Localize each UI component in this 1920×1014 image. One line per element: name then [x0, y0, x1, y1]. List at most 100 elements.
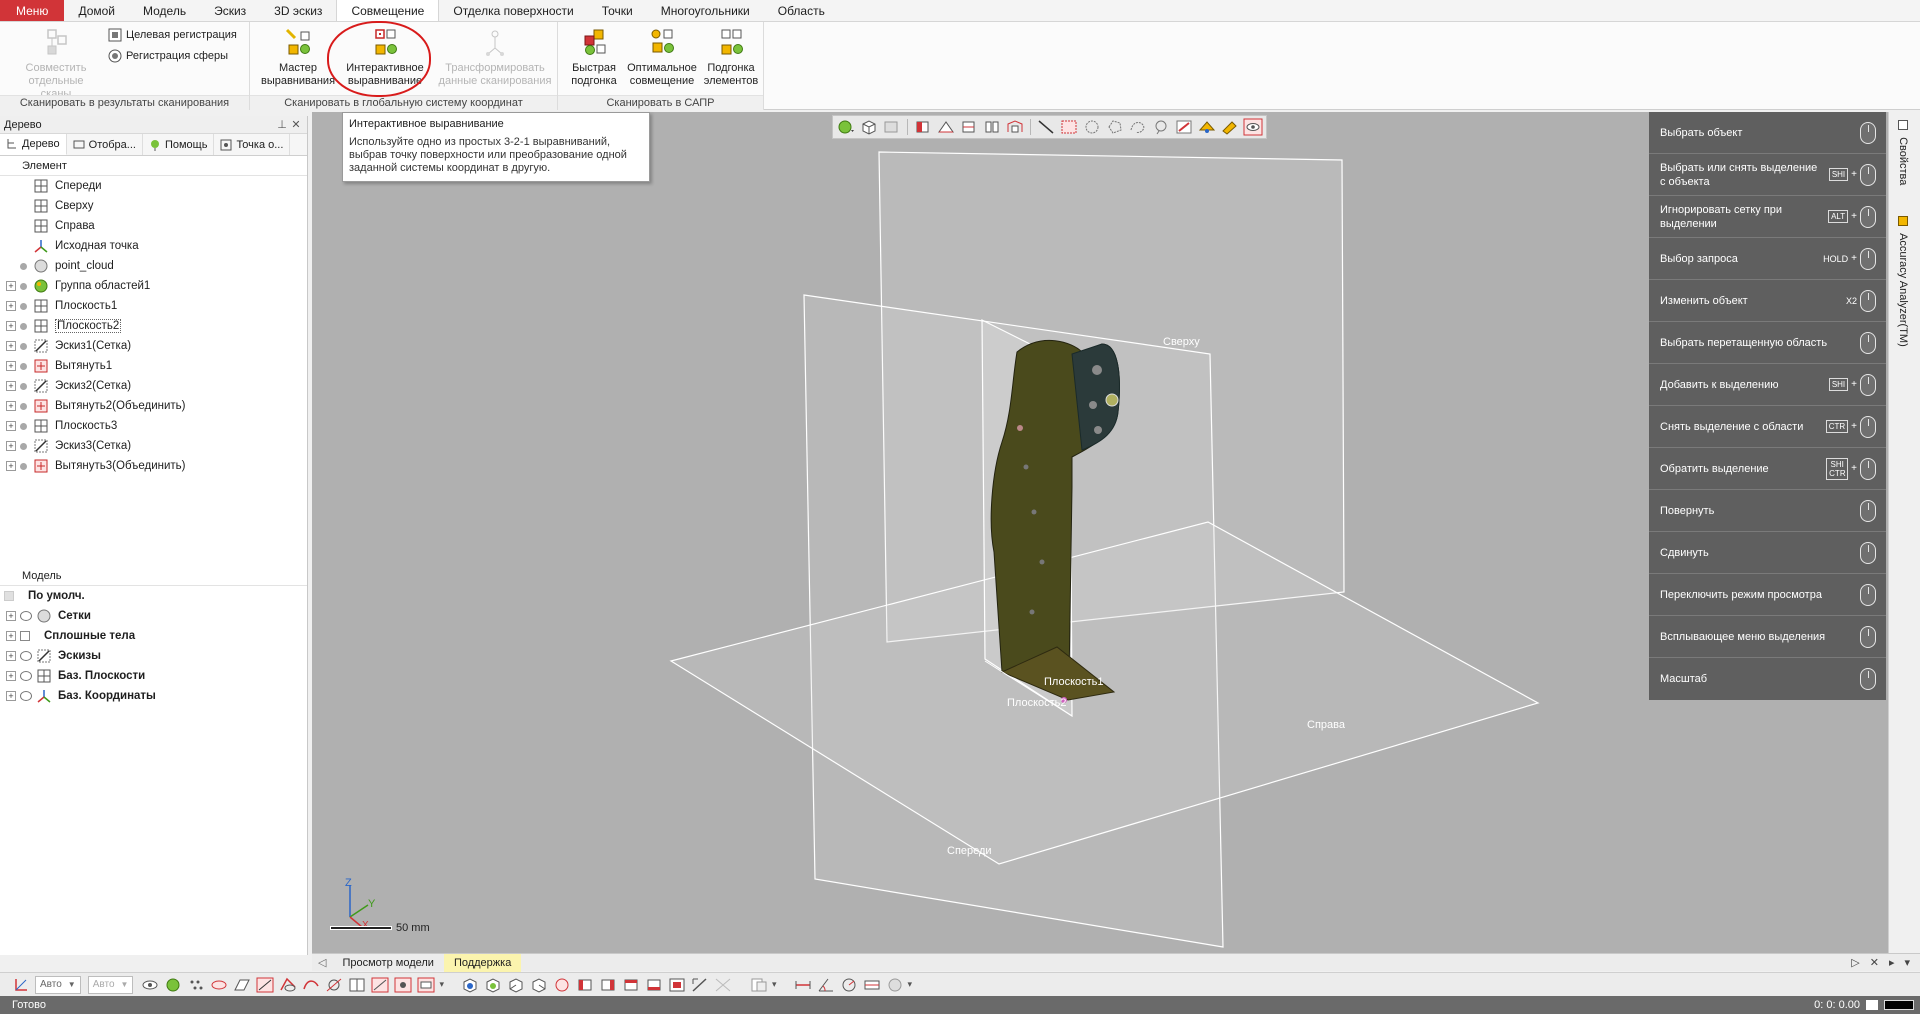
measure-radius-icon[interactable] [839, 976, 859, 994]
expand-icon[interactable]: + [6, 651, 16, 661]
expand-icon[interactable]: + [6, 281, 16, 291]
tree-item-sketch1[interactable]: + Эскиз1(Сетка) [0, 336, 307, 356]
tree-item-extrude1[interactable]: + Вытянуть1 [0, 356, 307, 376]
show-sketches-icon[interactable] [255, 976, 275, 994]
eye-icon[interactable] [20, 651, 32, 661]
expand-icon[interactable]: + [6, 611, 16, 621]
expand-icon[interactable]: + [6, 461, 16, 471]
visibility-dot[interactable] [20, 422, 27, 430]
view-fit-icon[interactable] [667, 976, 687, 994]
eye-icon[interactable] [20, 611, 32, 621]
menu-tab-region[interactable]: Область [764, 0, 839, 21]
show-measures-icon[interactable] [416, 976, 436, 994]
interactive-alignment-button[interactable]: Интерактивное выравнивание [340, 28, 430, 88]
clip-plane-icon[interactable] [936, 118, 956, 136]
view-front-icon[interactable] [460, 976, 480, 994]
show-all-icon[interactable] [140, 976, 160, 994]
show-ref-lines-icon[interactable] [370, 976, 390, 994]
visibility-dot[interactable] [20, 462, 27, 470]
expand-icon[interactable]: + [6, 341, 16, 351]
model-item-default[interactable]: По умолч. [0, 586, 307, 606]
model-item-solids[interactable]: + Сплошные тела [0, 626, 307, 646]
tab-display[interactable]: Отобра... [67, 134, 143, 155]
combine-scans-button[interactable]: Совместить отдельные сканы [14, 28, 98, 101]
display-options-icon[interactable] [749, 976, 769, 994]
visible-only-icon[interactable] [1243, 118, 1263, 136]
tab-properties[interactable]: Свойства [1897, 120, 1909, 185]
menu-tab-surface-finish[interactable]: Отделка поверхности [439, 0, 587, 21]
tree-item-origin[interactable]: Исходная точка [0, 236, 307, 256]
menu-tab-home[interactable]: Домой [64, 0, 129, 21]
chevron-down-icon[interactable]: ▾ [772, 979, 777, 990]
chevron-down-icon[interactable]: ▾ [908, 979, 913, 990]
close-doc-icon[interactable]: ✕ [1870, 956, 1879, 969]
mirror-icon[interactable] [982, 118, 1002, 136]
feature-fit-button[interactable]: Подгонка элементов [700, 28, 762, 88]
tree-item-sketch3[interactable]: + Эскиз3(Сетка) [0, 436, 307, 456]
close-icon[interactable]: ✕ [289, 118, 303, 131]
expand-icon[interactable]: + [6, 301, 16, 311]
show-mesh-icon[interactable] [163, 976, 183, 994]
select-filter-icon[interactable] [1220, 118, 1240, 136]
tree-item-sketch2[interactable]: + Эскиз2(Сетка) [0, 376, 307, 396]
tree-item-plane3[interactable]: + Плоскость3 [0, 416, 307, 436]
tree-item-extrude2[interactable]: + Вытянуть2(Объединить) [0, 396, 307, 416]
paint-select-icon[interactable] [1174, 118, 1194, 136]
target-registration-button[interactable]: Целевая регистрация [108, 28, 237, 42]
view-left-icon[interactable] [506, 976, 526, 994]
view-normal-icon[interactable] [621, 976, 641, 994]
tree-item-right[interactable]: Справа [0, 216, 307, 236]
visibility-dot[interactable] [20, 382, 27, 390]
show-ref-points-icon[interactable] [324, 976, 344, 994]
measure-angle-icon[interactable] [816, 976, 836, 994]
view-bottom-icon[interactable] [575, 976, 595, 994]
show-regions-icon[interactable] [209, 976, 229, 994]
sphere-registration-button[interactable]: Регистрация сферы [108, 49, 228, 63]
menu-tab-alignment[interactable]: Совмещение [336, 0, 440, 25]
tree-item-region-group[interactable]: + Группа областей1 [0, 276, 307, 296]
tree-item-top[interactable]: Сверху [0, 196, 307, 216]
tab-model-view[interactable]: Просмотр модели [332, 954, 443, 972]
optimal-alignment-button[interactable]: Оптимальное совмещение [624, 28, 700, 88]
visibility-dot[interactable] [20, 402, 27, 410]
expand-icon[interactable]: + [6, 321, 16, 331]
show-surfaces-icon[interactable] [232, 976, 252, 994]
visibility-dot[interactable] [20, 282, 27, 290]
tab-accuracy-analyzer[interactable]: Accuracy Analyzer(TM) [1897, 216, 1909, 347]
quick-fit-button[interactable]: Быстрая подгонка [564, 28, 624, 88]
tab-list-icon[interactable]: ▸ [1889, 956, 1895, 969]
measure-section-icon[interactable] [862, 976, 882, 994]
view-top-icon[interactable] [552, 976, 572, 994]
assembly-icon[interactable] [1005, 118, 1025, 136]
zoom-window-icon[interactable] [690, 976, 710, 994]
expand-icon[interactable]: + [6, 441, 16, 451]
tab-tree[interactable]: Дерево [0, 134, 67, 155]
expand-icon[interactable]: + [6, 361, 16, 371]
alignment-wizard-button[interactable]: Мастер выравнивания [256, 28, 340, 88]
expand-icon[interactable]: + [6, 381, 16, 391]
model-item-ref-coords[interactable]: + Баз. Координаты [0, 686, 307, 706]
model-item-ref-planes[interactable]: + Баз. Плоскости [0, 666, 307, 686]
show-curves-icon[interactable] [301, 976, 321, 994]
expand-icon[interactable]: + [6, 401, 16, 411]
eye-icon[interactable] [20, 671, 32, 681]
visibility-dot[interactable] [20, 262, 27, 270]
visibility-dot[interactable] [20, 442, 27, 450]
menu-tab-points[interactable]: Точки [588, 0, 647, 21]
selection-type-select[interactable]: Авто ▼ [87, 975, 134, 994]
tree-item-plane2[interactable]: + Плоскость2 [0, 316, 307, 336]
solids-checkbox[interactable] [20, 631, 30, 641]
scroll-right-icon[interactable]: ▷ [1851, 956, 1859, 969]
expand-icon[interactable]: + [6, 631, 16, 641]
expand-icon[interactable]: + [6, 691, 16, 701]
view-iso-icon[interactable] [598, 976, 618, 994]
section-view-icon[interactable] [913, 118, 933, 136]
menu-tab-polygons[interactable]: Многоугольники [647, 0, 764, 21]
model-item-sketches[interactable]: + Эскизы [0, 646, 307, 666]
polygon-select-icon[interactable] [1105, 118, 1125, 136]
transform-scan-data-button[interactable]: Трансформировать данные сканирования [436, 28, 554, 88]
tree-item-extrude3[interactable]: + Вытянуть3(Объединить) [0, 456, 307, 476]
view-cube-icon[interactable] [859, 118, 879, 136]
tree-item-point-cloud[interactable]: point_cloud [0, 256, 307, 276]
circle-select-icon[interactable] [1082, 118, 1102, 136]
